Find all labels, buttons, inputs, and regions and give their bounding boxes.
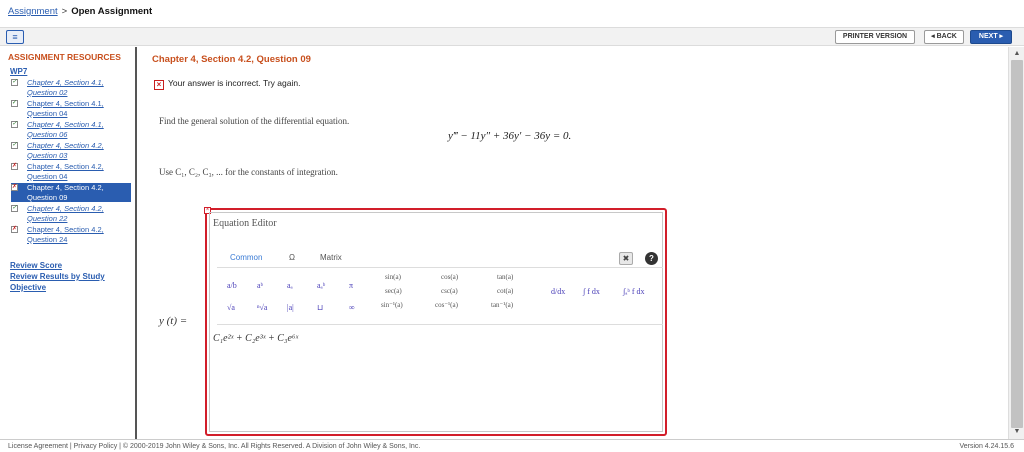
sidebar-item-q3[interactable]: ✓ Chapter 4, Section 4.1, Question 06: [11, 120, 131, 139]
breadcrumb-current: Open Assignment: [71, 6, 153, 17]
editor-tabs: Common Ω Matrix ✖ ?: [217, 248, 663, 268]
sidebar-item-q5[interactable]: ✗ Chapter 4, Section 4.2, Question 04: [11, 162, 131, 181]
status-check-icon: ✓: [11, 205, 18, 212]
breadcrumb-separator: >: [61, 6, 68, 17]
scrollbar-thumb[interactable]: [1011, 60, 1023, 428]
printer-version-button[interactable]: PRINTER VERSION: [835, 30, 915, 44]
status-check-icon: ✓: [11, 79, 18, 86]
sidebar-item-label: Chapter 4, Section 4.1, Question 04: [27, 99, 104, 118]
editor-title: Equation Editor: [213, 218, 277, 229]
question-title: Chapter 4, Section 4.2, Question 09: [152, 54, 311, 65]
status-cross-icon: ✗: [11, 226, 18, 233]
incorrect-icon: ×: [154, 80, 164, 90]
derivative-button[interactable]: d/dx: [551, 287, 565, 296]
scroll-down-icon[interactable]: ▼: [1012, 427, 1022, 437]
version-label: Version 4.24.15.6: [959, 443, 1015, 450]
next-button[interactable]: NEXT ▸: [970, 30, 1012, 44]
status-cross-icon: ✗: [11, 163, 18, 170]
tab-symbols[interactable]: Ω: [289, 253, 295, 262]
sidebar-item-label: Chapter 4, Section 4.2, Question 09: [27, 183, 104, 202]
status-check-icon: ✓: [11, 100, 18, 107]
sidebar-item-label: Chapter 4, Section 4.1, Question 02: [27, 78, 104, 97]
back-button[interactable]: ◂ BACK: [924, 30, 964, 44]
nth-root-button[interactable]: ⁿ√a: [257, 303, 267, 312]
footer-text: License Agreement | Privacy Policy | © 2…: [8, 443, 421, 450]
sidebar: ASSIGNMENT RESOURCES WP7 ✓ Chapter 4, Sec…: [0, 47, 137, 439]
feedback-message: × Your answer is incorrect. Try again.: [154, 78, 300, 90]
sidebar-item-label: Chapter 4, Section 4.2, Question 22: [27, 204, 104, 223]
sidebar-item-q2[interactable]: ✓ Chapter 4, Section 4.1, Question 04: [11, 99, 131, 118]
sidebar-item-q8[interactable]: ✗ Chapter 4, Section 4.2, Question 24: [11, 225, 131, 244]
sin-button[interactable]: sin(a): [385, 273, 401, 281]
sidebar-item-label: Chapter 4, Section 4.1, Question 06: [27, 120, 104, 139]
sidebar-item-label: Chapter 4, Section 4.2, Question 04: [27, 162, 104, 181]
answer-label: y (t) =: [159, 315, 188, 327]
csc-button[interactable]: csc(a): [441, 287, 458, 295]
sidebar-item-q7[interactable]: ✓ Chapter 4, Section 4.2, Question 22: [11, 204, 131, 223]
sidebar-item-q1[interactable]: ✓ Chapter 4, Section 4.1, Question 02: [11, 78, 131, 97]
infinity-button[interactable]: ∞: [349, 303, 355, 312]
sub-superscript-button[interactable]: aₐᵇ: [317, 281, 325, 290]
status-cross-icon: ✗: [11, 184, 18, 191]
sqrt-button[interactable]: √a: [227, 303, 235, 312]
constants-note: Use C₁, C₂, C₃, ... for the constants of…: [159, 167, 338, 177]
superscript-button[interactable]: aᵇ: [257, 281, 263, 290]
cot-button[interactable]: cot(a): [497, 287, 513, 295]
footer: License Agreement | Privacy Policy | © 2…: [0, 439, 1024, 452]
definite-integral-button[interactable]: ∫ₐᵇ f dx: [623, 287, 645, 296]
toolbar: ≡ PRINTER VERSION ◂ BACK NEXT ▸: [0, 27, 1024, 46]
union-button[interactable]: ⊔: [317, 303, 323, 312]
review-score-link[interactable]: Review Score: [10, 260, 135, 271]
tan-button[interactable]: tan(a): [497, 273, 513, 281]
differential-equation: y‴ − 11y″ + 36y′ − 36y = 0.: [448, 130, 572, 142]
feedback-text: Your answer is incorrect. Try again.: [168, 78, 301, 88]
menu-icon[interactable]: ≡: [6, 30, 24, 44]
fraction-button[interactable]: a/b: [227, 281, 237, 290]
sidebar-group-link[interactable]: WP7: [10, 67, 135, 76]
sec-button[interactable]: sec(a): [385, 287, 402, 295]
integral-button[interactable]: ∫ f dx: [583, 287, 600, 296]
status-check-icon: ✓: [11, 121, 18, 128]
arcsin-button[interactable]: sin⁻¹(a): [381, 301, 403, 309]
question-prompt: Find the general solution of the differe…: [159, 116, 350, 126]
tab-matrix[interactable]: Matrix: [320, 253, 342, 262]
breadcrumb: Assignment > Open Assignment: [8, 6, 152, 20]
answer-input[interactable]: C₁e²ˣ + C₂e³ˣ + C₃e⁶ˣ: [213, 333, 298, 344]
cos-button[interactable]: cos(a): [441, 273, 458, 281]
equation-editor-body: Equation Editor Common Ω Matrix ✖ ? a/b …: [209, 212, 663, 432]
subscript-button[interactable]: aₐ: [287, 281, 293, 290]
review-results-link[interactable]: Review Results by Study Objective: [10, 271, 135, 293]
scroll-up-icon[interactable]: ▲: [1012, 49, 1022, 59]
symbol-palette: a/b aᵇ aₐ aₐᵇ π √a ⁿ√a |a| ⊔ ∞ sin(a) se…: [217, 273, 663, 325]
breadcrumb-assignment-link[interactable]: Assignment: [8, 6, 58, 17]
trash-icon[interactable]: ✖: [619, 252, 633, 265]
scrollbar[interactable]: ▲ ▼: [1008, 47, 1024, 439]
arccos-button[interactable]: cos⁻¹(a): [435, 301, 458, 309]
pi-button[interactable]: π: [349, 281, 353, 290]
abs-button[interactable]: |a|: [287, 303, 294, 312]
help-icon[interactable]: ?: [645, 252, 658, 265]
sidebar-item-q4[interactable]: ✓ Chapter 4, Section 4.2, Question 03: [11, 141, 131, 160]
equation-editor[interactable]: × Equation Editor Common Ω Matrix ✖ ? a/…: [204, 207, 667, 436]
arctan-button[interactable]: tan⁻¹(a): [491, 301, 513, 309]
sidebar-item-q6-active[interactable]: ✗ Chapter 4, Section 4.2, Question 09: [11, 183, 131, 202]
status-check-icon: ✓: [11, 142, 18, 149]
sidebar-heading: ASSIGNMENT RESOURCES: [8, 52, 121, 62]
tab-common[interactable]: Common: [230, 253, 262, 262]
sidebar-item-label: Chapter 4, Section 4.2, Question 24: [27, 225, 104, 244]
sidebar-item-label: Chapter 4, Section 4.2, Question 03: [27, 141, 104, 160]
